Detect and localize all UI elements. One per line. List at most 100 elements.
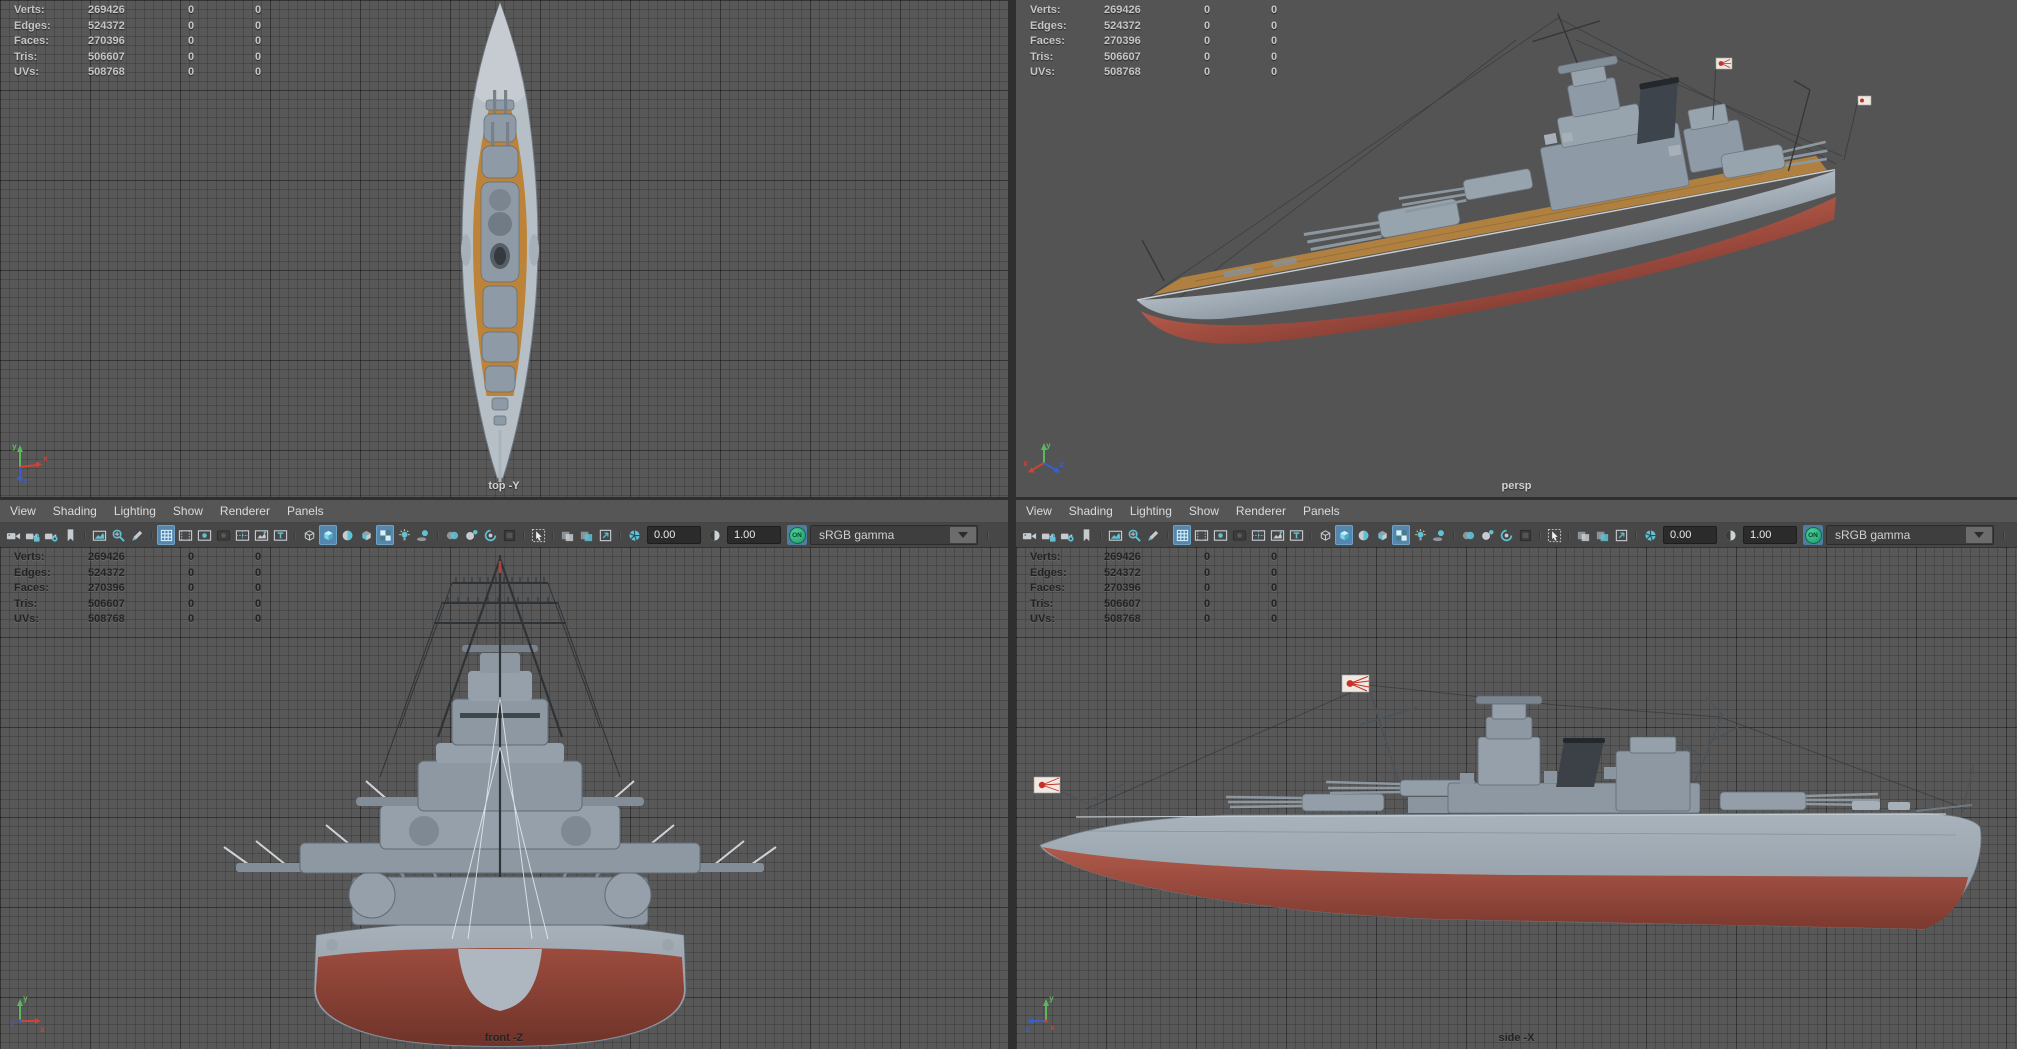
bookmark-icon[interactable] xyxy=(61,525,79,545)
viewport-top[interactable]: Verts: 269426 0 0 Edges: 524372 0 0 Face… xyxy=(0,0,1008,497)
hud-row: Tris: 506607 0 0 xyxy=(14,50,315,66)
gamma-icon[interactable] xyxy=(705,525,723,545)
color-management-toggle[interactable]: ON xyxy=(787,525,807,545)
hud-value: 0 xyxy=(188,551,195,563)
menu-item[interactable]: Lighting xyxy=(114,504,156,518)
resolution-gate-icon[interactable] xyxy=(195,525,213,545)
menu-item[interactable]: Panels xyxy=(287,504,324,518)
image-plane-toggle-icon[interactable] xyxy=(1612,525,1630,545)
viewport-persp[interactable]: Verts: 269426 0 0 Edges: 524372 0 0 Face… xyxy=(1016,0,2017,497)
resolution-gate-icon[interactable] xyxy=(1211,525,1229,545)
gate-mask-icon[interactable] xyxy=(1230,525,1248,545)
chevron-down-icon[interactable] xyxy=(1966,527,1992,543)
default-material-icon[interactable] xyxy=(1354,525,1372,545)
toolbar-separator xyxy=(1096,525,1105,545)
ambient-occlusion-icon[interactable] xyxy=(1459,525,1477,545)
menu-item[interactable]: Show xyxy=(173,504,203,518)
toolbar-separator xyxy=(290,525,299,545)
image-plane-icon[interactable] xyxy=(1106,525,1124,545)
gamma-field[interactable]: 1.00 xyxy=(727,526,781,544)
textured-mode-icon[interactable] xyxy=(1373,525,1391,545)
textured-checker-icon[interactable] xyxy=(376,525,394,545)
gamma-icon[interactable] xyxy=(1721,525,1739,545)
pan-zoom-icon[interactable] xyxy=(1125,525,1143,545)
hud-value: 0 xyxy=(255,66,262,79)
gamma-field[interactable]: 1.00 xyxy=(1743,526,1797,544)
hud-value: 0 xyxy=(255,50,262,63)
shadows-icon[interactable] xyxy=(414,525,432,545)
exposure-icon[interactable] xyxy=(625,525,643,545)
wireframe-mode-icon[interactable] xyxy=(300,525,318,545)
default-material-icon[interactable] xyxy=(338,525,356,545)
grid-toggle-icon[interactable] xyxy=(157,525,175,545)
menu-item[interactable]: Renderer xyxy=(1236,504,1286,518)
safe-title-icon[interactable] xyxy=(271,525,289,545)
grease-pencil-icon[interactable] xyxy=(1144,525,1162,545)
menu-item[interactable]: Lighting xyxy=(1130,504,1172,518)
exposure-icon[interactable] xyxy=(1641,525,1659,545)
image-plane-icon[interactable] xyxy=(90,525,108,545)
xray-active-icon[interactable] xyxy=(577,525,595,545)
wireframe-mode-icon[interactable] xyxy=(1316,525,1334,545)
motion-blur-icon[interactable] xyxy=(1497,525,1515,545)
textured-checker-icon[interactable] xyxy=(1392,525,1410,545)
lock-camera-icon[interactable] xyxy=(1039,525,1057,545)
gate-mask-icon[interactable] xyxy=(214,525,232,545)
multisample-icon[interactable] xyxy=(1516,525,1534,545)
field-chart-icon[interactable] xyxy=(1249,525,1267,545)
colorspace-dropdown[interactable]: sRGB gamma xyxy=(1826,525,1994,545)
isolate-select-icon[interactable] xyxy=(529,525,547,545)
select-camera-icon[interactable] xyxy=(4,525,22,545)
film-gate-icon[interactable] xyxy=(1192,525,1210,545)
shaded-mode-icon[interactable] xyxy=(319,525,337,545)
viewport-front[interactable]: Verts: 269426 0 0 Edges: 524372 0 0 Face… xyxy=(0,547,1008,1049)
axis-gizmo: y x z xyxy=(10,994,45,1034)
camera-attributes-icon[interactable] xyxy=(1058,525,1076,545)
axis-y-label: y xyxy=(12,442,17,451)
viewport-side[interactable]: Verts: 269426 0 0 Edges: 524372 0 0 Face… xyxy=(1016,547,2017,1049)
film-gate-icon[interactable] xyxy=(176,525,194,545)
bookmark-icon[interactable] xyxy=(1077,525,1095,545)
menu-item[interactable]: View xyxy=(1026,504,1052,518)
lights-icon[interactable] xyxy=(1411,525,1429,545)
menu-item[interactable]: Shading xyxy=(53,504,97,518)
colorspace-dropdown[interactable]: sRGB gamma xyxy=(810,525,978,545)
multisample-icon[interactable] xyxy=(500,525,518,545)
select-camera-icon[interactable] xyxy=(1020,525,1038,545)
depth-of-field-icon[interactable] xyxy=(462,525,480,545)
exposure-field[interactable]: 0.00 xyxy=(1663,526,1717,544)
safe-action-icon[interactable] xyxy=(1268,525,1286,545)
ambient-occlusion-icon[interactable] xyxy=(443,525,461,545)
safe-action-icon[interactable] xyxy=(252,525,270,545)
menu-item[interactable]: Show xyxy=(1189,504,1219,518)
shadows-icon[interactable] xyxy=(1430,525,1448,545)
menu-item[interactable]: Renderer xyxy=(220,504,270,518)
camera-attributes-icon[interactable] xyxy=(42,525,60,545)
lock-camera-icon[interactable] xyxy=(23,525,41,545)
lights-icon[interactable] xyxy=(395,525,413,545)
motion-blur-icon[interactable] xyxy=(481,525,499,545)
menu-item[interactable]: View xyxy=(10,504,36,518)
safe-title-icon[interactable] xyxy=(1287,525,1305,545)
hud-value: 0 xyxy=(1204,613,1211,626)
hud-value: 508768 xyxy=(1104,613,1141,626)
grease-pencil-icon[interactable] xyxy=(128,525,146,545)
textured-mode-icon[interactable] xyxy=(357,525,375,545)
image-plane-toggle-icon[interactable] xyxy=(596,525,614,545)
exposure-field[interactable]: 0.00 xyxy=(647,526,701,544)
hud-row: UVs: 508768 0 0 xyxy=(14,65,315,81)
color-management-toggle[interactable]: ON xyxy=(1803,525,1823,545)
grid-toggle-icon[interactable] xyxy=(1173,525,1191,545)
menu-item[interactable]: Shading xyxy=(1069,504,1113,518)
xray-icon[interactable] xyxy=(558,525,576,545)
menu-item[interactable]: Panels xyxy=(1303,504,1340,518)
hud-label: UVs: xyxy=(14,66,40,79)
depth-of-field-icon[interactable] xyxy=(1478,525,1496,545)
field-chart-icon[interactable] xyxy=(233,525,251,545)
xray-active-icon[interactable] xyxy=(1593,525,1611,545)
xray-icon[interactable] xyxy=(1574,525,1592,545)
isolate-select-icon[interactable] xyxy=(1545,525,1563,545)
chevron-down-icon[interactable] xyxy=(950,527,976,543)
shaded-mode-icon[interactable] xyxy=(1335,525,1353,545)
pan-zoom-icon[interactable] xyxy=(109,525,127,545)
